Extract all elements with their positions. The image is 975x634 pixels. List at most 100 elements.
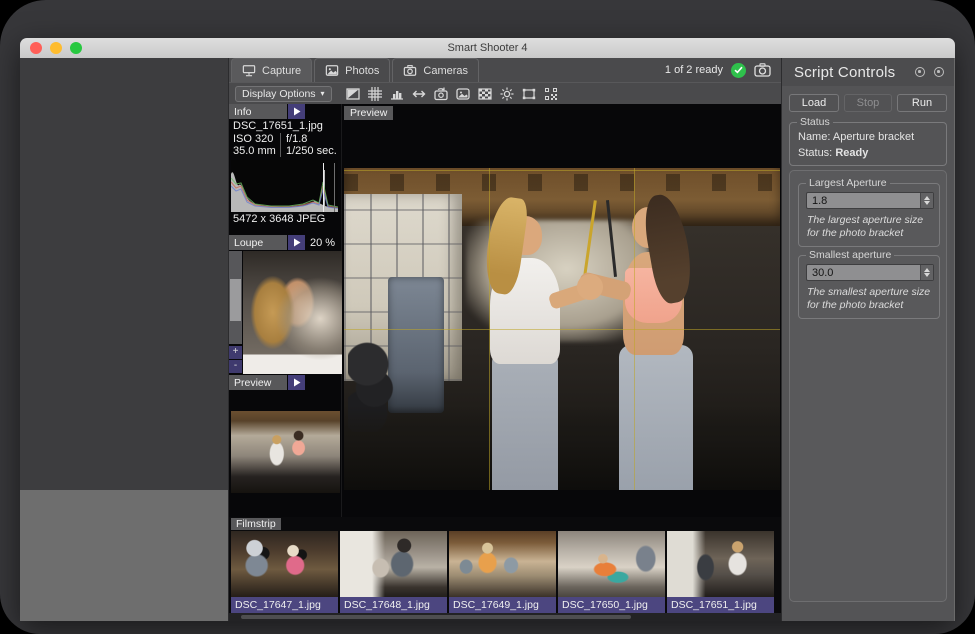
largest-aperture-group: Largest Aperture 1.8 The largest apertur… (798, 183, 940, 247)
tab-capture[interactable]: Capture (231, 58, 312, 82)
status-state-label: Status: (798, 147, 832, 159)
loupe-zoom-slider[interactable] (229, 251, 242, 344)
thumb-filename: DSC_17648_1.jpg (340, 597, 447, 613)
minus-icon: - (234, 360, 237, 371)
thumb-image (667, 531, 774, 597)
spinner-arrows-icon[interactable] (920, 265, 933, 280)
highlight-clipping-icon[interactable] (474, 85, 496, 103)
live-view-screen-icon[interactable] (452, 85, 474, 103)
crop-frame-icon[interactable] (518, 85, 540, 103)
main-preview: Preview (342, 104, 781, 517)
load-label: Load (802, 97, 826, 109)
script-controls-panel: Script Controls Load Stop Run Status Nam… (782, 58, 954, 621)
run-label: Run (912, 97, 932, 109)
status-legend: Status (797, 116, 833, 128)
filmstrip-thumb-1[interactable]: DSC_17647_1.jpg (231, 531, 338, 613)
smallest-aperture-legend: Smallest aperture (806, 249, 894, 261)
script-controls-header: Script Controls (782, 58, 954, 86)
loupe-zoom-slider-thumb[interactable] (230, 279, 241, 321)
filmstrip-scrollbar[interactable] (229, 613, 781, 621)
thumb-filename: DSC_17649_1.jpg (449, 597, 556, 613)
tab-bar: Capture Photos Cameras 1 of 2 ready (229, 58, 781, 82)
smallest-aperture-value: 30.0 (807, 265, 920, 280)
histogram-icon[interactable] (386, 85, 408, 103)
filmstrip-thumb-4[interactable]: DSC_17650_1.jpg (558, 531, 665, 613)
smallest-aperture-spinner[interactable]: 30.0 (806, 264, 934, 281)
photo-figure-left (492, 352, 557, 490)
camera-status-icon[interactable] (754, 63, 771, 77)
info-play-icon[interactable] (288, 104, 305, 119)
capture-tab-icon (242, 64, 256, 77)
contrast-icon[interactable] (342, 85, 364, 103)
preview-thumbnail[interactable] (231, 411, 340, 493)
filmstrip-thumb-5[interactable]: DSC_17651_1.jpg (667, 531, 774, 613)
grid-overlay-icon[interactable] (364, 85, 386, 103)
preview-play-icon[interactable] (288, 375, 305, 390)
thumb-image (231, 531, 338, 597)
status-name-value: Aperture bracket (833, 131, 914, 143)
filmstrip-thumb-3[interactable]: DSC_17649_1.jpg (449, 531, 556, 613)
barcode-icon[interactable] (540, 85, 562, 103)
info-shutter: 1/250 sec. (281, 145, 342, 157)
loupe-zoom-in-button[interactable]: + (229, 346, 242, 359)
grid-line-horizontal-1 (344, 170, 780, 171)
loupe-play-icon[interactable] (288, 235, 305, 250)
display-options-button[interactable]: Display Options ▾ (235, 86, 332, 102)
largest-aperture-legend: Largest Aperture (806, 177, 890, 189)
script-status-group: Status Name: Aperture bracket Status: Re… (789, 122, 947, 166)
main-preview-photo[interactable] (344, 168, 780, 490)
ready-check-icon (731, 63, 746, 78)
thumb-filename: DSC_17650_1.jpg (558, 597, 665, 613)
photo-figure-right (619, 345, 693, 490)
thumb-image (558, 531, 665, 597)
filmstrip-scrollbar-thumb[interactable] (241, 615, 631, 619)
cameras-tab-icon (403, 64, 417, 77)
largest-aperture-caption: The largest aperture size for the photo … (807, 214, 937, 240)
fit-width-icon[interactable] (408, 85, 430, 103)
info-fstop: f/1.8 (281, 133, 312, 145)
largest-aperture-spinner[interactable]: 1.8 (806, 192, 934, 209)
thumb-filename: DSC_17647_1.jpg (231, 597, 338, 613)
brightness-icon[interactable] (496, 85, 518, 103)
stop-script-button[interactable]: Stop (844, 94, 892, 112)
script-controls-title: Script Controls (794, 64, 906, 81)
side-panels-column: Info DSC_17651_1.jpg ISO 320 f/1.8 35.0 … (229, 104, 342, 517)
filmstrip-thumb-2[interactable]: DSC_17648_1.jpg (340, 531, 447, 613)
script-panel-float-icon[interactable] (915, 67, 925, 77)
cameras-tab-label: Cameras (423, 65, 468, 77)
ready-status: 1 of 2 ready (665, 58, 771, 82)
tab-cameras[interactable]: Cameras (392, 58, 479, 82)
desktop-backdrop: Smart Shooter 4 Camera Controls Active C… (0, 0, 975, 634)
camera-controls-dark-extent (20, 58, 228, 490)
thumb-image (340, 531, 447, 597)
filmstrip-header: Filmstrip (231, 518, 281, 530)
camera-controls-panel: Camera Controls Active Camera Single Can… (20, 58, 228, 621)
loupe-image[interactable] (243, 251, 342, 374)
capture-workspace: Info DSC_17651_1.jpg ISO 320 f/1.8 35.0 … (229, 104, 781, 621)
rotate-camera-icon[interactable] (430, 85, 452, 103)
grid-line-horizontal-2 (344, 329, 780, 330)
display-toolbar: Display Options ▾ (229, 82, 781, 104)
spinner-arrows-icon[interactable] (920, 193, 933, 208)
ready-status-text: 1 of 2 ready (665, 64, 723, 76)
photos-tab-icon (325, 64, 339, 77)
loupe-zoom-out-button[interactable]: - (229, 360, 242, 373)
stop-label: Stop (857, 97, 880, 109)
info-panel-header: Info (229, 104, 287, 119)
histogram (231, 160, 338, 212)
smallest-aperture-group: Smallest aperture 30.0 The smallest aper… (798, 255, 940, 319)
status-name-label: Name: (798, 131, 830, 143)
main-preview-header: Preview (344, 106, 393, 120)
display-options-arrow-icon: ▾ (321, 89, 325, 98)
photos-tab-label: Photos (345, 65, 379, 77)
script-panel-close-icon[interactable] (934, 67, 944, 77)
preview-panel: Preview (229, 375, 342, 517)
info-dimensions: 5472 x 3648 JPEG (229, 212, 342, 226)
load-script-button[interactable]: Load (789, 94, 839, 112)
run-script-button[interactable]: Run (897, 94, 947, 112)
largest-aperture-value: 1.8 (807, 193, 920, 208)
info-panel: Info DSC_17651_1.jpg ISO 320 f/1.8 35.0 … (229, 104, 342, 235)
tab-photos[interactable]: Photos (314, 58, 390, 82)
titlebar: Smart Shooter 4 (20, 38, 955, 58)
info-iso: ISO 320 (229, 133, 281, 145)
